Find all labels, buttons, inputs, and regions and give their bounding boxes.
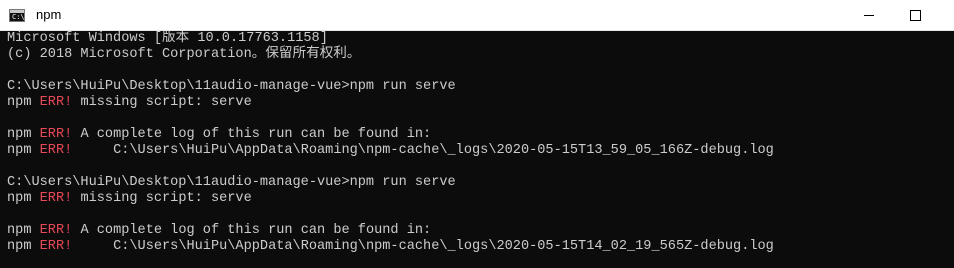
error-line: npm ERR! A complete log of this run can … [7, 223, 432, 238]
window-title: npm [36, 7, 62, 22]
maximize-icon [909, 9, 921, 21]
console-window: C:\ npm Microsoft Windows [版本 10.0.17763… [0, 0, 954, 268]
error-tag: ERR! [39, 95, 73, 110]
error-line: npm ERR! missing script: serve [7, 191, 252, 206]
error-line: npm ERR! missing script: serve [7, 95, 252, 110]
version-line: Microsoft Windows [版本 10.0.17763.1158] [7, 31, 328, 46]
maximize-button[interactable] [892, 0, 938, 30]
error-tag: ERR! [39, 127, 73, 142]
error-tag: ERR! [39, 239, 73, 254]
error-tag: ERR! [39, 143, 73, 158]
command-prompt-line: C:\Users\HuiPu\Desktop\11audio-manage-vu… [7, 79, 456, 94]
copyright-line: (c) 2018 Microsoft Corporation。保留所有权利。 [7, 47, 361, 62]
title-bar[interactable]: C:\ npm [0, 0, 954, 31]
console-output[interactable]: Microsoft Windows [版本 10.0.17763.1158] (… [0, 31, 954, 268]
minimize-icon [864, 14, 874, 16]
error-tag: ERR! [39, 223, 73, 238]
minimize-button[interactable] [846, 0, 892, 30]
command-prompt-line: C:\Users\HuiPu\Desktop\11audio-manage-vu… [7, 175, 456, 190]
error-line: npm ERR! C:\Users\HuiPu\AppData\Roaming\… [7, 239, 774, 254]
console-icon: C:\ [9, 9, 25, 22]
error-line: npm ERR! C:\Users\HuiPu\AppData\Roaming\… [7, 143, 774, 158]
error-line: npm ERR! A complete log of this run can … [7, 127, 432, 142]
error-tag: ERR! [39, 191, 73, 206]
